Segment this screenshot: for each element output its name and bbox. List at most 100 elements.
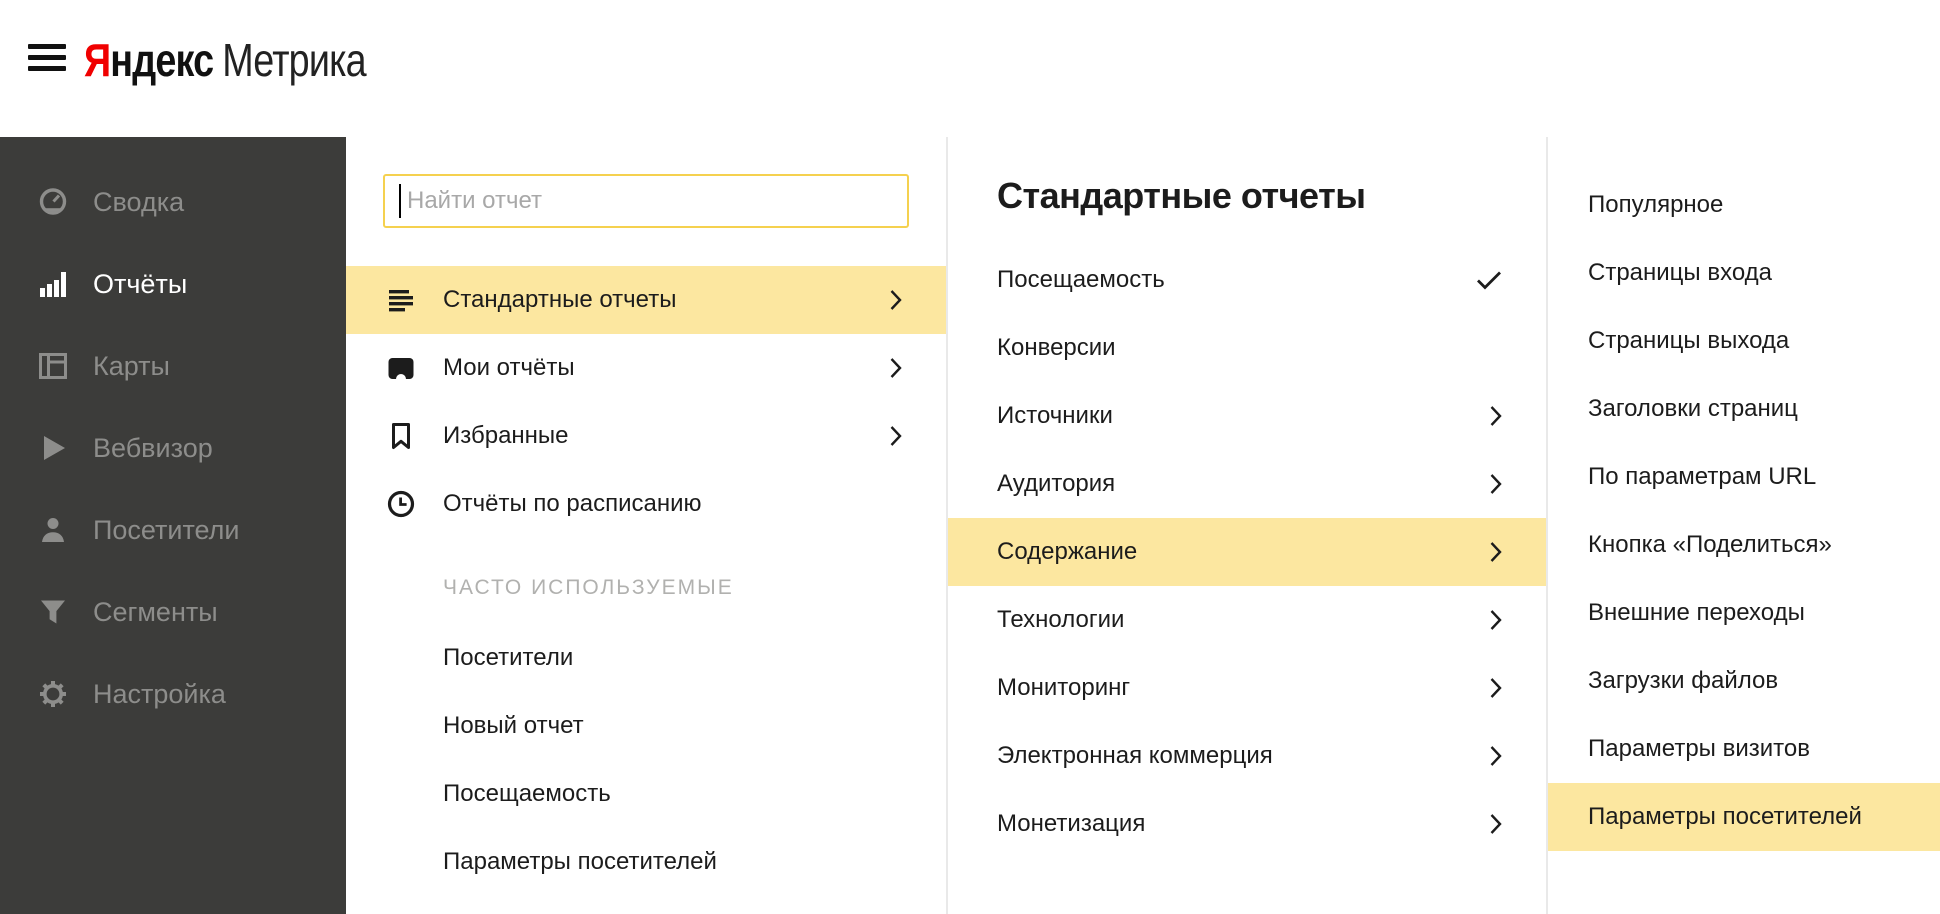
content-report-label: Кнопка «Поделиться» [1588, 531, 1832, 558]
play-icon [36, 431, 70, 465]
clock-icon [385, 488, 417, 520]
standard-report-row[interactable]: Мониторинг [948, 654, 1546, 722]
logo-product-text: Метрика [222, 34, 366, 86]
yandex-metrika-app: Яндекс Метрика Сводка Отчёты Карты Вебви… [0, 0, 1940, 914]
gear-icon [36, 677, 70, 711]
standard-report-row[interactable]: Посещаемость [948, 246, 1546, 314]
chevron-right-icon [1489, 677, 1502, 699]
content-reports-list: Популярное Страницы входа Страницы выход… [1548, 171, 1940, 851]
frequent-report-item[interactable]: Посещаемость [346, 760, 946, 828]
content-report-row[interactable]: Популярное [1548, 171, 1940, 239]
sidebar-item-label: Настройка [93, 678, 226, 709]
text-caret [399, 184, 401, 218]
content-report-label: Загрузки файлов [1588, 667, 1779, 694]
bar-chart-icon [36, 267, 70, 301]
sidebar-item[interactable]: Отчёты [0, 243, 346, 325]
gauge-icon [36, 185, 70, 219]
frequent-list: Посетители Новый отчет Посещаемость Пара… [346, 624, 946, 896]
standard-report-row[interactable]: Конверсии [948, 314, 1546, 382]
standard-report-label: Монетизация [997, 810, 1146, 837]
sidebar-item[interactable]: Вебвизор [0, 407, 346, 489]
top-header: Яндекс Метрика [0, 0, 1940, 137]
standard-report-row[interactable]: Содержание [948, 518, 1546, 586]
report-section-label: Избранные [443, 422, 569, 449]
standard-report-label: Аудитория [997, 470, 1116, 497]
standard-report-row[interactable]: Технологии [948, 586, 1546, 654]
funnel-icon [36, 595, 70, 629]
frequent-report-label: Посетители [443, 644, 574, 671]
sidebar: Сводка Отчёты Карты Вебвизор Посетители … [0, 137, 346, 914]
content-report-row[interactable]: Загрузки файлов [1548, 647, 1940, 715]
standard-report-label: Источники [997, 402, 1113, 429]
content-report-label: Популярное [1588, 191, 1724, 218]
content-report-label: Заголовки страниц [1588, 395, 1798, 422]
report-sections: Стандартные отчеты Мои отчёты Избранные [346, 266, 946, 538]
logo-yandex-text: Яндекс [84, 33, 214, 87]
hamburger-menu-icon[interactable] [28, 44, 66, 77]
chevron-right-icon [1489, 745, 1502, 767]
standard-report-label: Посещаемость [997, 266, 1165, 293]
chevron-right-icon [1489, 609, 1502, 631]
logo-first-letter: Я [84, 34, 111, 86]
content-report-row[interactable]: По параметрам URL [1548, 443, 1940, 511]
report-search-input[interactable] [383, 174, 909, 228]
standard-report-row[interactable]: Монетизация [948, 790, 1546, 858]
report-section-row[interactable]: Отчёты по расписанию [346, 470, 946, 538]
standard-report-row[interactable]: Источники [948, 382, 1546, 450]
sidebar-item[interactable]: Карты [0, 325, 346, 407]
frequent-report-item[interactable]: Параметры посетителей [346, 828, 946, 896]
content-report-row[interactable]: Страницы входа [1548, 239, 1940, 307]
content-report-row[interactable]: Внешние переходы [1548, 579, 1940, 647]
report-section-row[interactable]: Стандартные отчеты [346, 266, 946, 334]
list-lines-icon [385, 284, 417, 316]
content-report-label: Параметры визитов [1588, 735, 1810, 762]
standard-report-label: Мониторинг [997, 674, 1131, 701]
content-report-row[interactable]: Страницы выхода [1548, 307, 1940, 375]
frequent-report-item[interactable]: Посетители [346, 624, 946, 692]
content-report-row[interactable]: Кнопка «Поделиться» [1548, 511, 1940, 579]
sidebar-item[interactable]: Сводка [0, 161, 346, 243]
chevron-right-icon [889, 425, 902, 447]
logo[interactable]: Яндекс Метрика [84, 28, 367, 92]
content-report-label: Параметры посетителей [1588, 803, 1862, 830]
chevron-right-icon [1489, 473, 1502, 495]
sidebar-item-label: Карты [93, 350, 170, 381]
standard-report-row[interactable]: Аудитория [948, 450, 1546, 518]
report-section-label: Стандартные отчеты [443, 286, 677, 313]
frequent-section-title: ЧАСТО ИСПОЛЬЗУЕМЫЕ [443, 576, 734, 599]
report-section-row[interactable]: Избранные [346, 402, 946, 470]
chevron-right-icon [889, 357, 902, 379]
monitor-icon [385, 352, 417, 384]
content-report-label: Внешние переходы [1588, 599, 1805, 626]
content-report-label: Страницы выхода [1588, 327, 1790, 354]
standard-report-label: Электронная коммерция [997, 742, 1273, 769]
sidebar-item[interactable]: Сегменты [0, 571, 346, 653]
top-nav [589, 0, 909, 137]
chevron-right-icon [1489, 405, 1502, 427]
report-search [383, 174, 909, 228]
reports-menu-panel: Стандартные отчеты Мои отчёты Избранные [346, 137, 946, 914]
content-report-row[interactable]: Параметры посетителей [1548, 783, 1940, 851]
standard-report-label: Конверсии [997, 334, 1116, 361]
chevron-right-icon [889, 289, 902, 311]
sidebar-item[interactable]: Настройка [0, 653, 346, 735]
frequent-report-item[interactable]: Новый отчет [346, 692, 946, 760]
frequent-report-label: Параметры посетителей [443, 848, 717, 875]
sidebar-item-label: Вебвизор [93, 432, 213, 463]
sidebar-item-label: Посетители [93, 514, 240, 545]
frequent-report-label: Новый отчет [443, 712, 584, 739]
report-section-label: Мои отчёты [443, 354, 575, 381]
content-report-label: По параметрам URL [1588, 463, 1817, 490]
sidebar-item[interactable]: Посетители [0, 489, 346, 571]
layout-icon [36, 349, 70, 383]
content-report-row[interactable]: Параметры визитов [1548, 715, 1940, 783]
content-report-row[interactable]: Заголовки страниц [1548, 375, 1940, 443]
person-icon [36, 513, 70, 547]
report-section-row[interactable]: Мои отчёты [346, 334, 946, 402]
standard-reports-list: Посещаемость Конверсии Источники Аудитор… [948, 246, 1546, 858]
standard-report-row[interactable]: Электронная коммерция [948, 722, 1546, 790]
sidebar-item-label: Отчёты [93, 268, 188, 299]
chevron-right-icon [1489, 813, 1502, 835]
chevron-right-icon [1489, 541, 1502, 563]
report-section-label: Отчёты по расписанию [443, 490, 702, 517]
